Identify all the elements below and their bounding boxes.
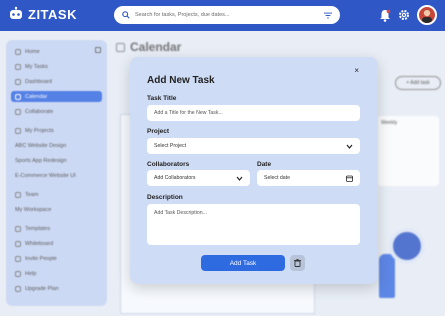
trash-icon — [294, 259, 301, 267]
tasks-icon — [15, 63, 21, 70]
project-label: ABC Website Design — [15, 142, 67, 149]
help-icon — [15, 270, 21, 277]
sidebar-project-item[interactable]: E-Commerce Website UI — [11, 170, 102, 181]
date-picker-value: Select date — [264, 175, 290, 181]
project-label: Sports App Redesign — [15, 157, 67, 164]
sidebar-item-label: Help — [25, 270, 37, 277]
settings-gear-icon[interactable] — [398, 9, 410, 21]
folder-icon — [15, 127, 21, 134]
description-textarea[interactable] — [154, 210, 353, 240]
chevron-down-icon — [346, 144, 353, 149]
robot-logo-icon — [10, 6, 22, 19]
sidebar-item-whiteboard[interactable]: Whiteboard — [11, 238, 102, 249]
collaborators-select-value: Add Collaborators — [154, 175, 196, 181]
project-select-value: Select Project — [154, 143, 187, 149]
sidebar-item-label: Dashboard — [25, 78, 52, 85]
add-task-modal: Add New Task × Task Title Project Select… — [130, 57, 378, 284]
add-task-button[interactable]: + Add task — [395, 76, 441, 90]
add-task-label: + Add task — [406, 80, 430, 86]
sidebar-my-projects[interactable]: My Projects — [11, 125, 102, 136]
add-task-submit-label: Add Task — [229, 259, 257, 267]
sidebar-item-label: My Tasks — [25, 63, 48, 70]
collaborate-icon — [15, 108, 21, 115]
sidebar-item-label: Whiteboard — [25, 240, 54, 247]
mini-calendar[interactable]: Weekly — [377, 116, 439, 186]
sidebar-project-item[interactable]: Sports App Redesign — [11, 155, 102, 166]
sidebar-item-label: Home — [25, 48, 40, 55]
task-title-field[interactable] — [147, 105, 360, 121]
chevron-down-icon — [236, 176, 243, 181]
close-icon[interactable]: × — [354, 65, 359, 77]
collaborators-label: Collaborators — [147, 161, 190, 168]
app-name: ZITASK — [28, 6, 77, 22]
team-icon — [15, 191, 21, 198]
sidebar-project-item[interactable]: ABC Website Design — [11, 140, 102, 151]
app-logo[interactable]: ZITASK — [8, 6, 77, 22]
description-field[interactable] — [147, 204, 360, 245]
project-label: Project — [147, 128, 170, 135]
search-bar[interactable] — [114, 6, 340, 24]
search-icon — [122, 11, 130, 19]
calendar-icon[interactable] — [346, 175, 353, 182]
filter-icon[interactable] — [324, 12, 332, 19]
page-title-text: Calendar — [130, 40, 182, 54]
sidebar-item-my-tasks[interactable]: My Tasks — [11, 61, 102, 72]
sidebar-item-upgrade[interactable]: Upgrade Plan — [11, 283, 102, 294]
sidebar-item-label: My Workspace — [15, 206, 52, 213]
collapse-sidebar-icon[interactable] — [95, 47, 101, 53]
top-bar: ZITASK — [0, 0, 445, 31]
page-title: Calendar — [116, 40, 181, 54]
dashboard-icon — [15, 78, 21, 85]
sidebar-item-label: Upgrade Plan — [25, 285, 59, 292]
sidebar: Home My Tasks Dashboard Calendar Collabo… — [6, 40, 107, 306]
project-label: E-Commerce Website UI — [15, 172, 76, 179]
illustration-person — [379, 254, 395, 298]
sidebar-item-home[interactable]: Home — [11, 46, 102, 57]
sidebar-item-team[interactable]: Team — [11, 189, 102, 200]
delete-button[interactable] — [290, 255, 305, 271]
search-input[interactable] — [135, 12, 319, 18]
date-label: Date — [257, 161, 272, 168]
add-task-submit-button[interactable]: Add Task — [201, 255, 285, 271]
sidebar-item-workspace[interactable]: My Workspace — [11, 204, 102, 215]
calendar-icon — [15, 93, 21, 100]
sidebar-item-templates[interactable]: Templates — [11, 223, 102, 234]
project-select[interactable]: Select Project — [147, 138, 360, 154]
sidebar-item-dashboard[interactable]: Dashboard — [11, 76, 102, 87]
upgrade-icon — [15, 285, 21, 292]
sidebar-section-label: My Projects — [25, 127, 54, 134]
notification-bell-icon[interactable] — [379, 9, 391, 22]
templates-icon — [15, 225, 21, 232]
home-icon — [15, 48, 21, 55]
task-title-input[interactable] — [154, 110, 353, 116]
sidebar-item-collaborate[interactable]: Collaborate — [11, 106, 102, 117]
sidebar-item-calendar[interactable]: Calendar — [11, 91, 102, 102]
modal-title: Add New Task — [147, 75, 215, 86]
collaborators-select[interactable]: Add Collaborators — [147, 170, 250, 186]
sidebar-item-label: Templates — [25, 225, 51, 232]
user-avatar[interactable] — [417, 5, 437, 25]
sidebar-item-label: Collaborate — [25, 108, 54, 115]
date-picker[interactable]: Select date — [257, 170, 360, 186]
illustration-clock-icon — [389, 228, 425, 264]
sidebar-item-invite[interactable]: Invite People — [11, 253, 102, 264]
task-title-label: Task Title — [147, 95, 177, 102]
sidebar-item-label: Calendar — [25, 93, 48, 100]
sidebar-item-help[interactable]: Help — [11, 268, 102, 279]
sidebar-item-label: Team — [25, 191, 39, 198]
mini-calendar-label: Weekly — [381, 120, 398, 126]
sidebar-item-label: Invite People — [25, 255, 57, 262]
user-avatar-image — [422, 9, 432, 23]
whiteboard-icon — [15, 240, 21, 247]
description-label: Description — [147, 194, 183, 201]
calendar-icon — [116, 42, 125, 52]
invite-icon — [15, 255, 21, 262]
